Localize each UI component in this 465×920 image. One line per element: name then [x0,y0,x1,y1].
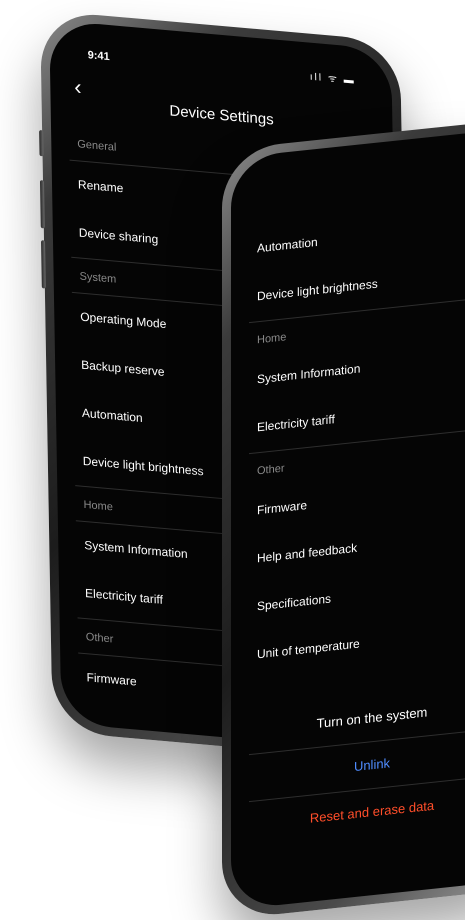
section-label: Other [257,462,285,478]
section-label: General [77,138,117,154]
row-label: Specifications [257,591,332,614]
row-label: Rename [77,177,124,196]
status-icons: ıll ᯤ ▬ [309,71,356,87]
front-screen: › Automation Device light brightness Hom… [231,128,465,911]
row-label: Operating Mode [80,309,167,332]
row-label: System Information [84,537,188,562]
section-label: System [79,270,117,286]
side-button [39,129,44,157]
volume-down-button [41,240,46,289]
row-label: Electricity tariff [257,412,335,435]
row-label: Automation [257,234,318,256]
section-label: Home [257,331,287,347]
row-label: Backup reserve [80,357,165,379]
front-phone: › Automation Device light brightness Hom… [222,118,465,920]
row-label: Electricity tariff [84,586,164,607]
section-label: Home [83,498,114,514]
row-label: Automation [81,405,143,426]
section-label: Other [85,631,114,646]
volume-up-button [39,180,45,229]
status-time: 9:41 [87,49,110,64]
row-label: System Information [257,361,361,387]
row-label: Device sharing [78,225,159,247]
front-settings-list: › Automation Device light brightness Hom… [231,150,465,850]
row-label: Help and feedback [257,540,358,566]
row-label: Firmware [257,498,307,518]
row-label: Unit of temperature [257,636,360,662]
row-label: Device light brightness [257,276,378,304]
row-label: Device light brightness [82,453,204,479]
row-label: Firmware [86,670,137,689]
